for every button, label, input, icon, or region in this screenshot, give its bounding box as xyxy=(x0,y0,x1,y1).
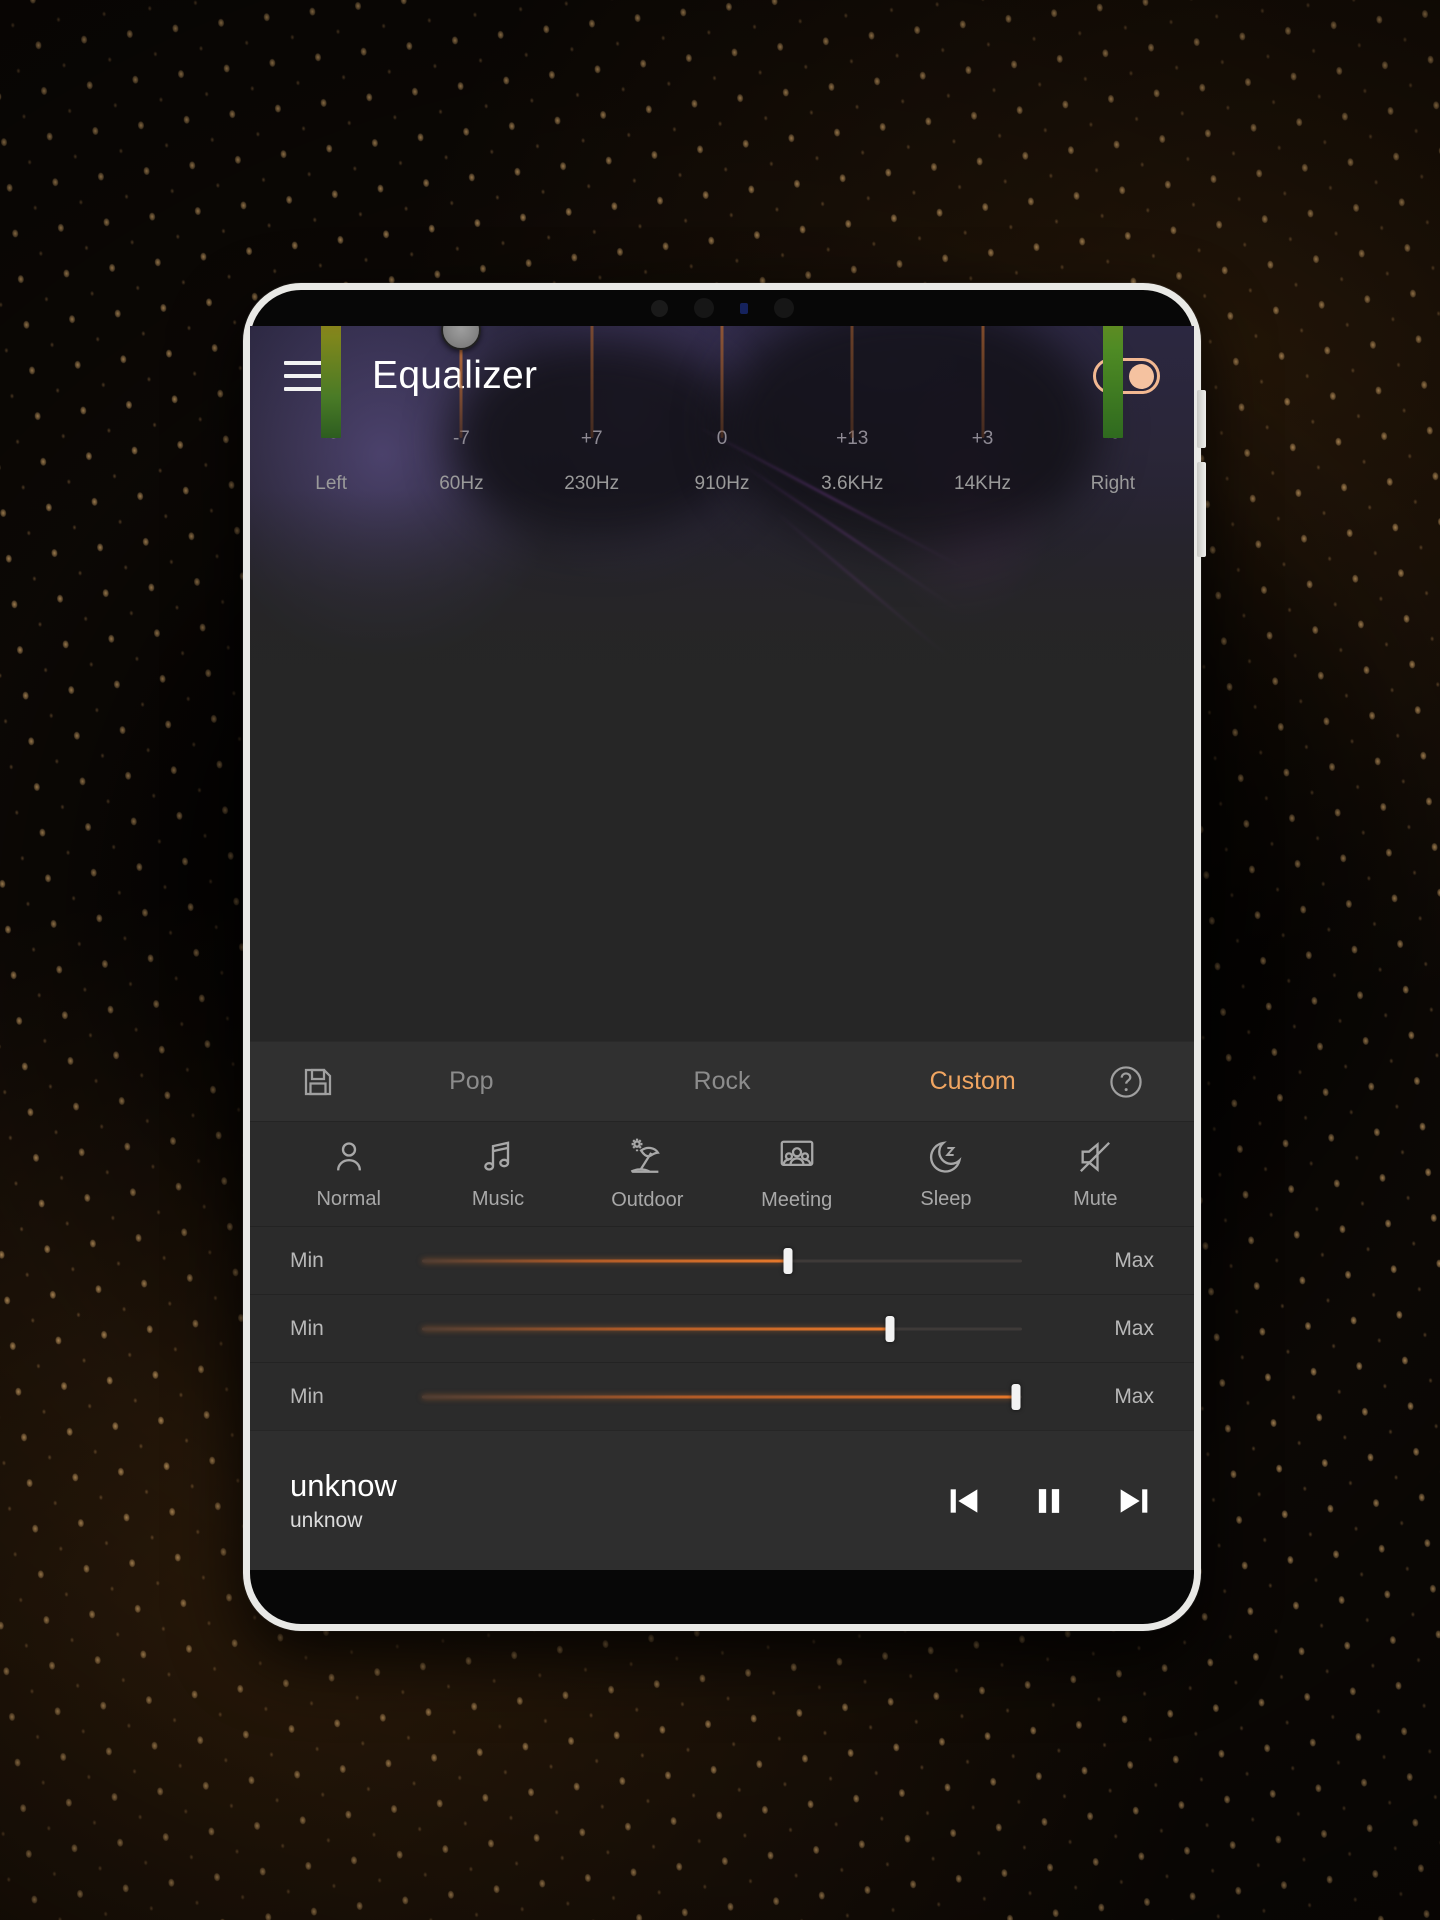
track-artist: unknow xyxy=(290,1509,363,1532)
mode-meeting[interactable]: Meeting xyxy=(722,1136,871,1212)
music-note-icon xyxy=(478,1137,518,1182)
range-slider-thumb[interactable] xyxy=(885,1315,895,1342)
preset-pop[interactable]: Pop xyxy=(346,1067,597,1096)
range-min-label: Min xyxy=(290,1316,324,1340)
range-max-label: Max xyxy=(1114,1384,1154,1408)
floppy-disk-save-icon[interactable] xyxy=(290,1064,346,1100)
mode-label: Normal xyxy=(316,1188,381,1210)
app-screen: Equalizer ~ -7 +7 0 +13 +3 ~ Left 60Hz 2… xyxy=(250,326,1194,1570)
band-label-910hz: 910Hz xyxy=(694,473,750,494)
band-label-14khz: 14KHz xyxy=(954,473,1012,494)
range-slider-3[interactable] xyxy=(422,1383,1022,1410)
mode-sleep[interactable]: Sleep xyxy=(871,1137,1020,1211)
person-icon xyxy=(329,1137,369,1182)
speaker-mute-icon xyxy=(1075,1137,1115,1182)
front-camera-icon xyxy=(693,298,714,318)
mode-label: Mute xyxy=(1073,1188,1118,1210)
mode-mute[interactable]: Mute xyxy=(1021,1137,1170,1211)
moon-sleep-icon xyxy=(926,1137,966,1182)
page-title: Equalizer xyxy=(372,354,538,397)
range-min-label: Min xyxy=(290,1248,324,1272)
sound-mode-row: Normal Music Outdoor Meeting Sleep Mute xyxy=(250,1121,1194,1226)
transport-controls xyxy=(944,1481,1154,1521)
range-slider-2[interactable] xyxy=(422,1315,1022,1342)
device-top-bezel xyxy=(250,290,1194,326)
mode-label: Music xyxy=(471,1188,525,1210)
skip-next-icon[interactable] xyxy=(1114,1481,1154,1521)
preset-row: Pop Rock Custom xyxy=(250,1041,1194,1121)
band-label-row: Left 60Hz 230Hz 910Hz 3.6KHz 14KHz Right xyxy=(250,456,1194,512)
skip-previous-icon[interactable] xyxy=(944,1481,984,1521)
equalizer-section: Equalizer ~ -7 +7 0 +13 +3 ~ Left 60Hz 2… xyxy=(250,326,1194,1041)
people-group-icon xyxy=(776,1136,818,1183)
mode-music[interactable]: Music xyxy=(423,1137,572,1211)
player-bar: unknow unknow xyxy=(250,1430,1194,1570)
track-title: unknow xyxy=(290,1468,397,1503)
mode-outdoor[interactable]: Outdoor xyxy=(573,1136,722,1212)
toggle-knob xyxy=(1129,363,1154,389)
band-label-right: Right xyxy=(1090,473,1135,494)
band-label-left: Left xyxy=(315,473,347,494)
range-slider-row-1: Min Max xyxy=(250,1226,1194,1294)
secondary-sensor-icon xyxy=(773,298,794,318)
proximity-sensor-icon xyxy=(650,299,668,317)
power-button[interactable] xyxy=(1197,390,1206,448)
mode-label: Sleep xyxy=(920,1188,972,1210)
track-metadata: unknow unknow xyxy=(290,1468,397,1533)
mode-normal[interactable]: Normal xyxy=(274,1137,423,1211)
beach-umbrella-icon xyxy=(626,1136,668,1183)
band-label-230hz: 230Hz xyxy=(564,473,620,494)
mode-label: Meeting xyxy=(761,1189,833,1211)
preset-custom[interactable]: Custom xyxy=(847,1067,1098,1096)
preset-rock[interactable]: Rock xyxy=(597,1067,848,1096)
volume-button[interactable] xyxy=(1197,462,1206,557)
mode-label: Outdoor xyxy=(611,1189,684,1211)
range-slider-thumb[interactable] xyxy=(1011,1383,1021,1410)
range-max-label: Max xyxy=(1114,1316,1154,1340)
question-mark-help-icon[interactable] xyxy=(1098,1063,1154,1101)
range-slider-1[interactable] xyxy=(422,1247,1022,1274)
pause-icon[interactable] xyxy=(1030,1482,1068,1520)
range-slider-thumb[interactable] xyxy=(783,1247,793,1274)
tablet-device: Equalizer ~ -7 +7 0 +13 +3 ~ Left 60Hz 2… xyxy=(243,283,1206,1631)
range-slider-row-3: Min Max xyxy=(250,1362,1194,1430)
range-min-label: Min xyxy=(290,1384,324,1408)
range-slider-row-2: Min Max xyxy=(250,1294,1194,1362)
vu-meter-left-bar xyxy=(321,326,342,438)
status-led-icon xyxy=(739,302,748,314)
band-label-3.6khz: 3.6KHz xyxy=(821,473,884,494)
vu-meter-right-bar xyxy=(1102,326,1123,438)
range-max-label: Max xyxy=(1114,1248,1154,1272)
band-label-60hz: 60Hz xyxy=(439,473,484,494)
